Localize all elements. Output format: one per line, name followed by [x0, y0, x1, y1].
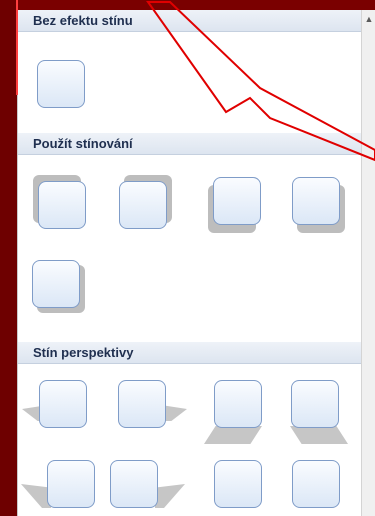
perspective-tile-left[interactable] [39, 380, 87, 428]
perspective-tile-upper-left[interactable] [47, 460, 95, 508]
no-shadow-tile[interactable] [37, 60, 85, 108]
perspective-tile-near-left[interactable] [214, 460, 262, 508]
perspective-tile-upper-right[interactable] [110, 460, 158, 508]
perspective-shadow [204, 426, 262, 444]
shadow-tile-bottom-right[interactable] [292, 177, 340, 225]
perspective-tile-near-right[interactable] [292, 460, 340, 508]
shadow-tile-bottom-left[interactable] [213, 177, 261, 225]
shadow-tile-top-left[interactable] [38, 181, 86, 229]
perspective-shadow [290, 426, 348, 444]
scroll-up-arrow-icon[interactable]: ▲ [362, 12, 375, 26]
shadow-effects-gallery: Bez efektu stínu Použít stínování Stín p… [0, 0, 375, 516]
gallery-panel: Bez efektu stínu Použít stínování Stín p… [17, 10, 362, 516]
window-edge [0, 0, 17, 516]
shadow-tile-bottom[interactable] [32, 260, 80, 308]
shadow-tile-top-right[interactable] [119, 181, 167, 229]
section-header-no-shadow: Bez efektu stínu [18, 10, 362, 32]
perspective-shadow [155, 484, 185, 508]
perspective-tile-below-left[interactable] [214, 380, 262, 428]
section-header-shadowing: Použít stínování [18, 133, 362, 155]
perspective-tile-right[interactable] [118, 380, 166, 428]
section-header-perspective: Stín perspektivy [18, 342, 362, 364]
vertical-scrollbar[interactable]: ▲ [361, 10, 375, 516]
perspective-tile-below-right[interactable] [291, 380, 339, 428]
